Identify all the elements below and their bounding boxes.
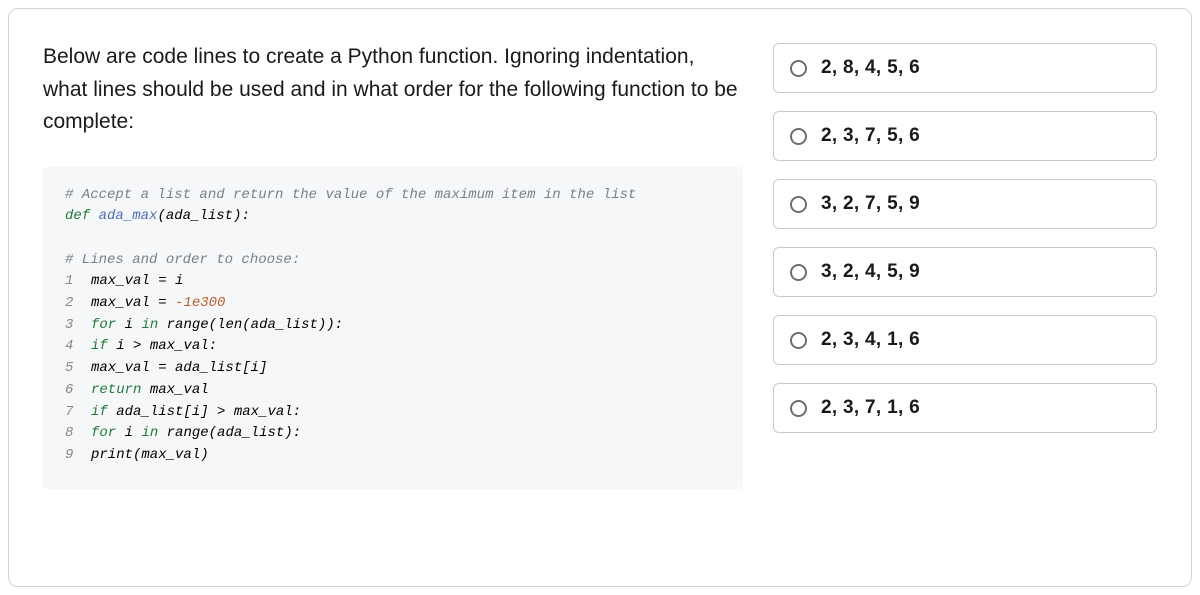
option-label: 2, 3, 4, 1, 6 — [821, 329, 920, 351]
answer-option-5[interactable]: 2, 3, 4, 1, 6 — [773, 315, 1157, 365]
answer-option-3[interactable]: 3, 2, 7, 5, 9 — [773, 179, 1157, 229]
line-number: 7 — [65, 402, 91, 424]
code-comment-1: # Accept a list and return the value of … — [65, 187, 636, 203]
code-line-6-rest: max_val — [141, 382, 208, 398]
code-line-3-mid: i — [116, 317, 141, 333]
radio-icon — [790, 332, 807, 349]
option-label: 3, 2, 7, 5, 9 — [821, 193, 920, 215]
line-number: 9 — [65, 445, 91, 467]
code-function-name: ada_max — [99, 208, 158, 224]
code-line-6-kw: return — [91, 382, 141, 398]
radio-icon — [790, 128, 807, 145]
radio-icon — [790, 400, 807, 417]
code-line-8-kw: for — [91, 425, 116, 441]
code-comment-2: # Lines and order to choose: — [65, 252, 300, 268]
radio-icon — [790, 60, 807, 77]
code-line-2-literal: -1e300 — [175, 295, 225, 311]
code-line-4-kw: if — [91, 338, 108, 354]
line-number: 2 — [65, 293, 91, 315]
line-number: 1 — [65, 271, 91, 293]
answer-option-6[interactable]: 2, 3, 7, 1, 6 — [773, 383, 1157, 433]
answer-option-2[interactable]: 2, 3, 7, 5, 6 — [773, 111, 1157, 161]
code-block: # Accept a list and return the value of … — [43, 167, 743, 489]
answer-option-1[interactable]: 2, 8, 4, 5, 6 — [773, 43, 1157, 93]
line-number: 8 — [65, 423, 91, 445]
option-label: 3, 2, 4, 5, 9 — [821, 261, 920, 283]
answer-options: 2, 8, 4, 5, 6 2, 3, 7, 5, 6 3, 2, 7, 5, … — [773, 41, 1157, 536]
code-line-3-kw: for — [91, 317, 116, 333]
code-line-7-kw: if — [91, 404, 108, 420]
code-line-8-kw2: in — [141, 425, 158, 441]
answer-option-4[interactable]: 3, 2, 4, 5, 9 — [773, 247, 1157, 297]
code-line-1: max_val = i — [91, 273, 183, 289]
code-line-5: max_val = ada_list[i] — [91, 360, 267, 376]
line-number: 3 — [65, 315, 91, 337]
code-line-2-text: max_val = — [91, 295, 175, 311]
question-card: Below are code lines to create a Python … — [8, 8, 1192, 587]
code-def-rest: (ada_list): — [157, 208, 249, 224]
code-line-7-rest: ada_list[i] > max_val: — [108, 404, 301, 420]
question-left-column: Below are code lines to create a Python … — [43, 41, 743, 536]
question-text: Below are code lines to create a Python … — [43, 41, 743, 139]
code-def-keyword: def — [65, 208, 90, 224]
line-number: 4 — [65, 336, 91, 358]
option-label: 2, 3, 7, 1, 6 — [821, 397, 920, 419]
radio-icon — [790, 264, 807, 281]
line-number: 5 — [65, 358, 91, 380]
code-line-4-rest: i > max_val: — [108, 338, 217, 354]
option-label: 2, 3, 7, 5, 6 — [821, 125, 920, 147]
radio-icon — [790, 196, 807, 213]
option-label: 2, 8, 4, 5, 6 — [821, 57, 920, 79]
code-line-3-kw2: in — [141, 317, 158, 333]
code-line-8-mid: i — [116, 425, 141, 441]
code-line-3-rest: range(len(ada_list)): — [158, 317, 343, 333]
code-line-9: print(max_val) — [91, 447, 209, 463]
line-number: 6 — [65, 380, 91, 402]
code-line-8-rest: range(ada_list): — [158, 425, 301, 441]
